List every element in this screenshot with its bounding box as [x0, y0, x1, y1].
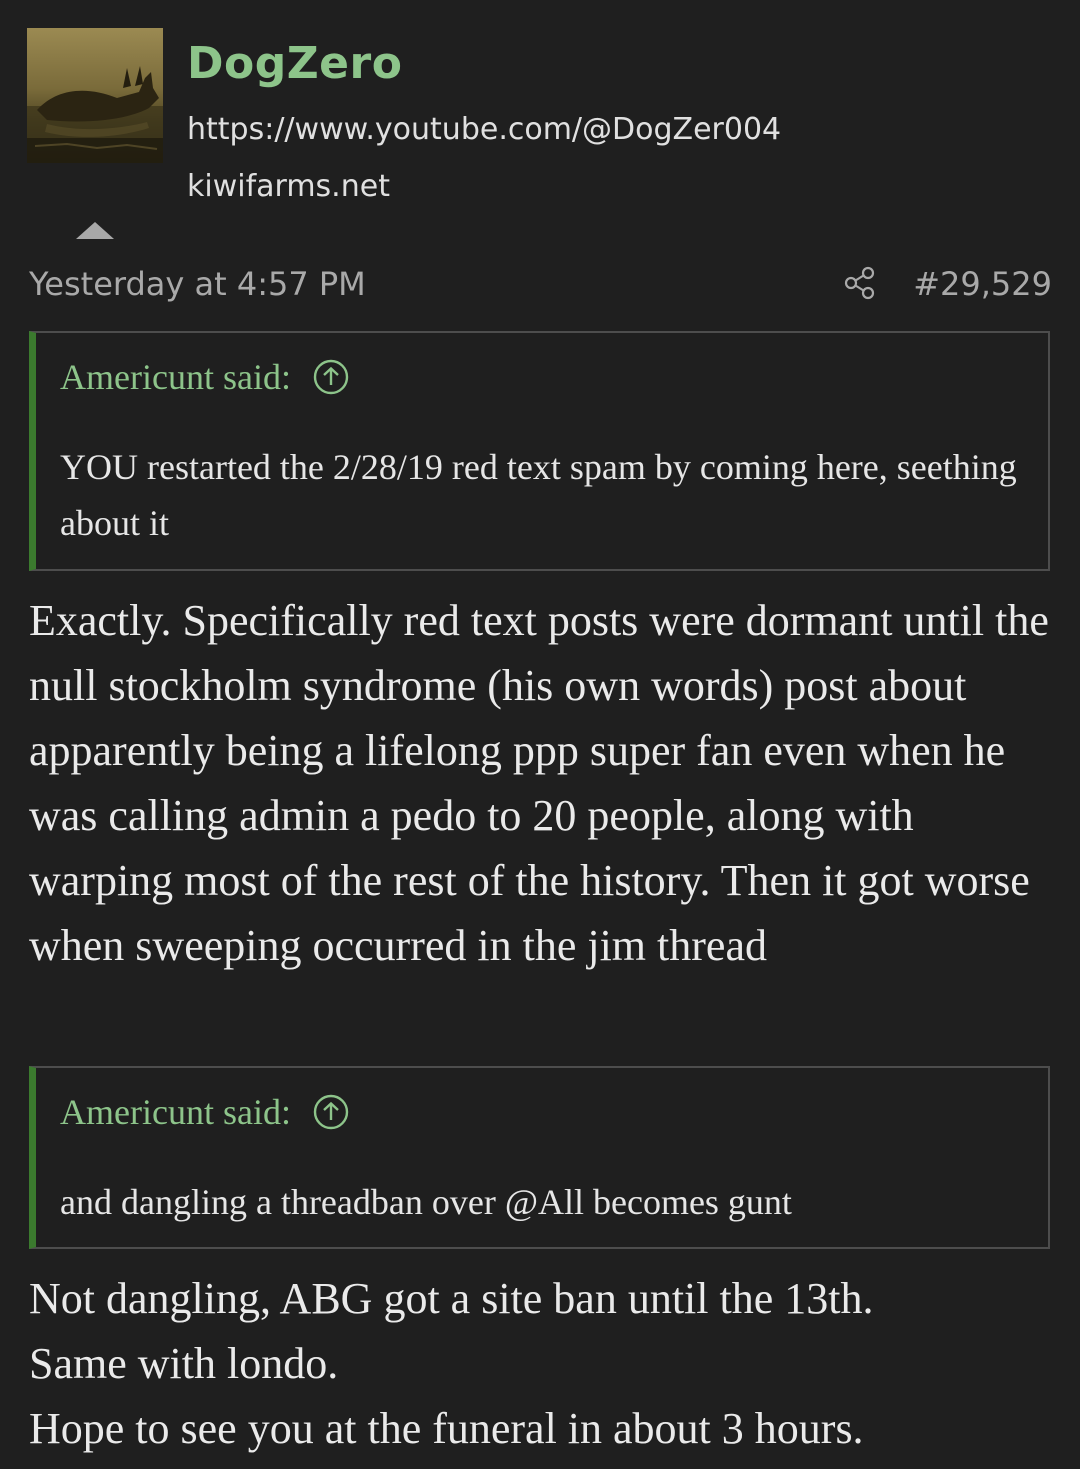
- avatar[interactable]: [27, 28, 163, 163]
- reply-text: Exactly. Specifically red text posts wer…: [29, 596, 1049, 970]
- reply-line: Hope to see you at the funeral in about …: [29, 1404, 864, 1453]
- quote-block: Americunt said: and dangling a threadban…: [29, 1066, 1050, 1249]
- quote-text: and dangling a threadban over @All becom…: [60, 1182, 792, 1222]
- quote-attribution[interactable]: Americunt said:: [60, 1090, 349, 1134]
- signature-domain: kiwifarms.net: [187, 169, 390, 204]
- avatar-image: [27, 28, 163, 163]
- reply-line: Not dangling, ABG got a site ban until t…: [29, 1274, 874, 1323]
- post-timestamp[interactable]: Yesterday at 4:57 PM: [29, 262, 366, 306]
- signature-link[interactable]: https://www.youtube.com/@DogZer004: [187, 110, 781, 150]
- collapse-arrow-icon[interactable]: [76, 222, 114, 239]
- forum-post: DogZero https://www.youtube.com/@DogZer0…: [0, 0, 1080, 1469]
- arrow-up-circle-icon[interactable]: [313, 359, 349, 395]
- quote-attribution-text: Americunt said:: [60, 357, 291, 397]
- quote-attribution[interactable]: Americunt said:: [60, 355, 349, 399]
- post-number[interactable]: #29,529: [913, 262, 1052, 306]
- quote-attribution-text: Americunt said:: [60, 1092, 291, 1132]
- quote-text: YOU restarted the 2/28/19 red text spam …: [60, 447, 1017, 543]
- quote-block: Americunt said: YOU restarted the 2/28/1…: [29, 331, 1050, 571]
- arrow-up-circle-icon[interactable]: [313, 1094, 349, 1130]
- reply-line: Same with londo.: [29, 1339, 339, 1388]
- share-icon[interactable]: [842, 265, 878, 301]
- username[interactable]: DogZero: [187, 34, 402, 94]
- reply-text: Not dangling, ABG got a site ban until t…: [29, 1266, 1059, 1461]
